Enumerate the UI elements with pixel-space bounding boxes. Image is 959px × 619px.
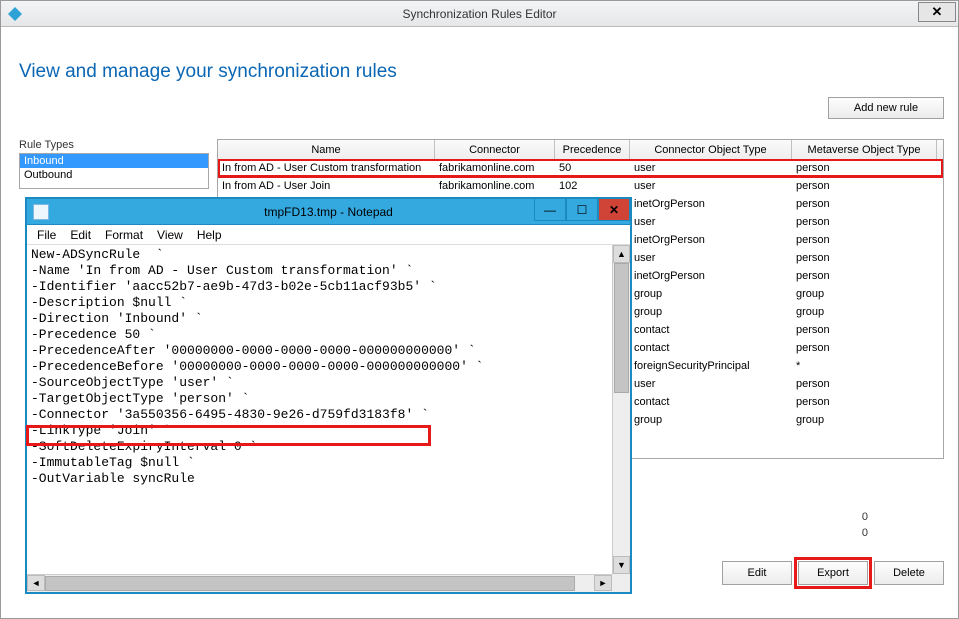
cell-mot: person	[792, 249, 937, 267]
col-connector-object-type[interactable]: Connector Object Type	[630, 140, 792, 159]
cell-cot: foreignSecurityPrincipal	[630, 357, 792, 375]
window-title: Synchronization Rules Editor	[1, 7, 958, 21]
cell-mot: *	[792, 357, 937, 375]
cell-mot: person	[792, 393, 937, 411]
cell-cot: inetOrgPerson	[630, 195, 792, 213]
cell-mot: person	[792, 159, 937, 177]
notepad-close-button[interactable]: ✕	[598, 199, 630, 221]
notepad-window[interactable]: tmpFD13.tmp - Notepad — ☐ ✕ File Edit Fo…	[26, 198, 631, 593]
table-row[interactable]: In from AD - User Custom transformationf…	[218, 159, 943, 177]
cell-name: In from AD - User Custom transformation	[218, 159, 435, 177]
cell-cot: contact	[630, 393, 792, 411]
maximize-button[interactable]: ☐	[566, 199, 598, 221]
cell-cot: inetOrgPerson	[630, 231, 792, 249]
grid-header: Name Connector Precedence Connector Obje…	[217, 139, 944, 159]
edit-button[interactable]: Edit	[722, 561, 792, 585]
cell-mot: person	[792, 195, 937, 213]
scroll-down-icon[interactable]: ▼	[613, 556, 630, 574]
cell-mot: person	[792, 213, 937, 231]
cell-cot: group	[630, 303, 792, 321]
cell-cot: group	[630, 285, 792, 303]
cell-cot: group	[630, 411, 792, 429]
col-metaverse-object-type[interactable]: Metaverse Object Type	[792, 140, 937, 159]
delete-button[interactable]: Delete	[874, 561, 944, 585]
notepad-text[interactable]: New-ADSyncRule ` -Name 'In from AD - Use…	[27, 245, 612, 574]
notepad-hscroll[interactable]: ◄ ►	[27, 574, 612, 592]
close-button[interactable]: ✕	[918, 2, 956, 22]
col-precedence[interactable]: Precedence	[555, 140, 630, 159]
minimize-button[interactable]: —	[534, 199, 566, 221]
cell-cot: user	[630, 375, 792, 393]
menu-format[interactable]: Format	[99, 226, 149, 244]
count-b: 0	[862, 527, 868, 543]
notepad-titlebar[interactable]: tmpFD13.tmp - Notepad — ☐ ✕	[27, 199, 630, 225]
cell-cot: user	[630, 249, 792, 267]
cell-name: In from AD - User Join	[218, 177, 435, 195]
table-row[interactable]: In from AD - User Joinfabrikamonline.com…	[218, 177, 943, 195]
cell-precedence: 50	[555, 159, 630, 177]
page-heading: View and manage your synchronization rul…	[19, 61, 942, 83]
cell-mot: group	[792, 411, 937, 429]
col-connector[interactable]: Connector	[435, 140, 555, 159]
rule-types-label: Rule Types	[19, 139, 209, 151]
menu-view[interactable]: View	[151, 226, 189, 244]
cell-mot: group	[792, 285, 937, 303]
footer-counts: 0 0	[862, 511, 868, 543]
cell-cot: contact	[630, 321, 792, 339]
vscroll-thumb[interactable]	[614, 263, 629, 393]
cell-mot: person	[792, 177, 937, 195]
cell-precedence: 102	[555, 177, 630, 195]
cell-mot: group	[792, 303, 937, 321]
cell-cot: contact	[630, 339, 792, 357]
cell-connector: fabrikamonline.com	[435, 177, 555, 195]
cell-mot: person	[792, 231, 937, 249]
cell-cot: user	[630, 213, 792, 231]
menu-edit[interactable]: Edit	[64, 226, 97, 244]
notepad-vscroll[interactable]: ▲ ▼	[612, 245, 630, 574]
cell-cot: user	[630, 159, 792, 177]
cell-mot: person	[792, 321, 937, 339]
menu-file[interactable]: File	[31, 226, 62, 244]
export-button[interactable]: Export	[798, 561, 868, 585]
rule-types-list[interactable]: Inbound Outbound	[19, 153, 209, 189]
cell-cot: inetOrgPerson	[630, 267, 792, 285]
notepad-menu[interactable]: File Edit Format View Help	[27, 225, 630, 245]
scroll-up-icon[interactable]: ▲	[613, 245, 630, 263]
cell-mot: person	[792, 375, 937, 393]
menu-help[interactable]: Help	[191, 226, 228, 244]
rule-type-outbound[interactable]: Outbound	[20, 168, 208, 182]
rule-type-inbound[interactable]: Inbound	[20, 154, 208, 168]
cell-mot: person	[792, 267, 937, 285]
scroll-corner	[612, 574, 630, 592]
scroll-left-icon[interactable]: ◄	[27, 575, 45, 591]
titlebar[interactable]: Synchronization Rules Editor ✕	[1, 1, 958, 27]
cell-connector: fabrikamonline.com	[435, 159, 555, 177]
scroll-right-icon[interactable]: ►	[594, 575, 612, 591]
cell-cot: user	[630, 177, 792, 195]
count-a: 0	[862, 511, 868, 527]
hscroll-thumb[interactable]	[45, 576, 575, 591]
add-new-rule-button[interactable]: Add new rule	[828, 97, 944, 119]
cell-mot: person	[792, 339, 937, 357]
col-name[interactable]: Name	[218, 140, 435, 159]
